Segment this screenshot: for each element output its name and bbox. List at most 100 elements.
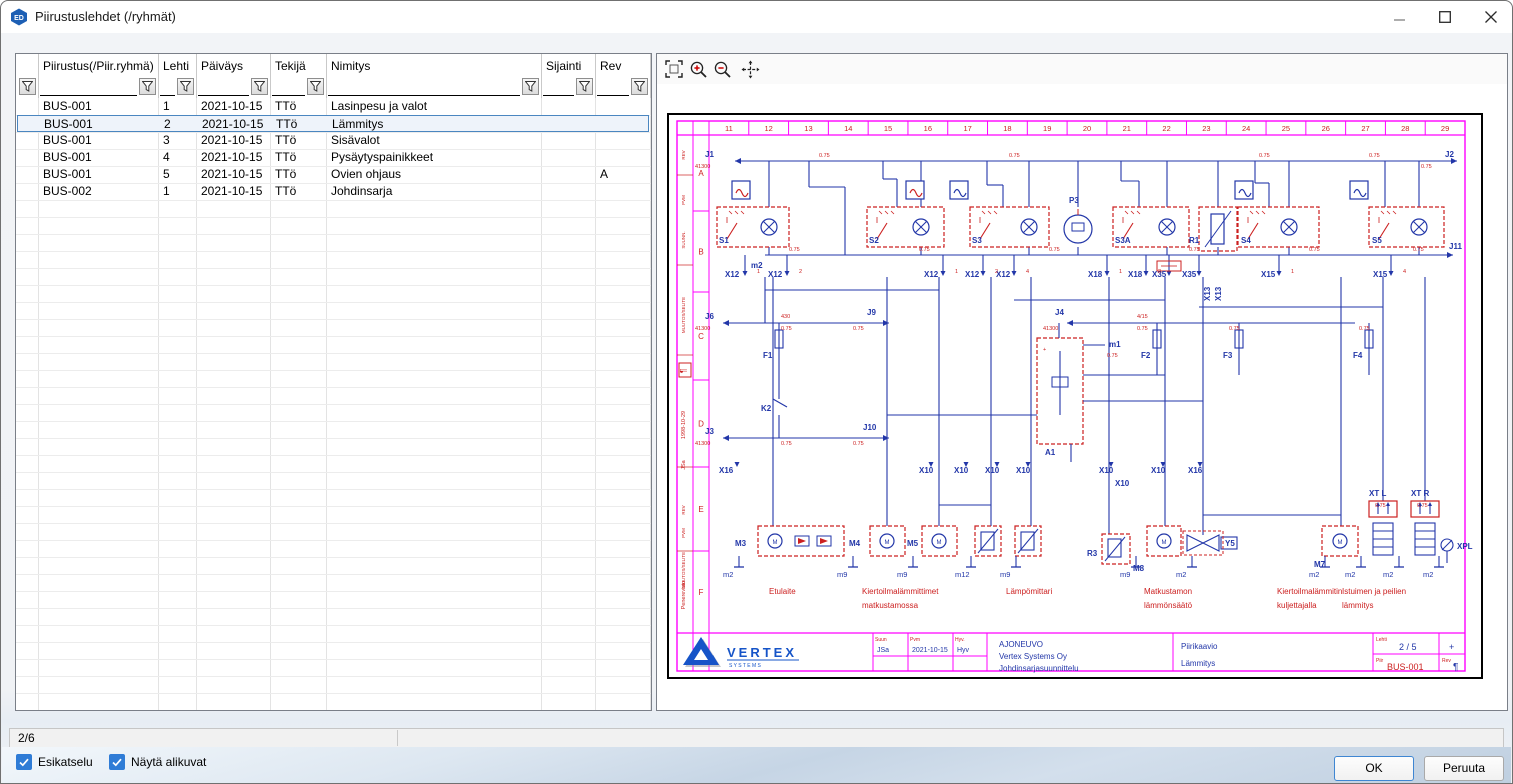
grid-row-letter: C — [698, 332, 704, 341]
filter-funnel-button[interactable] — [19, 78, 36, 95]
filter-input[interactable] — [40, 95, 137, 96]
switch-contact — [885, 211, 888, 214]
filter-input[interactable] — [328, 95, 520, 96]
wire-annotation: 41300 — [695, 326, 710, 332]
wire-annotation: 2 — [1158, 269, 1161, 275]
component-label: X10 — [1016, 466, 1031, 475]
component-label: F2 — [1141, 351, 1151, 360]
cancel-button[interactable]: Peruuta — [1424, 756, 1504, 781]
pan-button[interactable] — [739, 58, 761, 80]
ground-label: m2 — [723, 570, 733, 579]
cell-nimitys: Sisävalot — [331, 133, 540, 147]
wire-annotation: 1 — [955, 269, 958, 275]
column-header-piirustuspiirryhm[interactable]: Piirustus(/Piir.ryhmä) — [43, 59, 154, 73]
relay-module — [798, 538, 806, 544]
cell-tekija: TTö — [275, 184, 325, 198]
table-grid-line — [16, 591, 651, 592]
cell-piirustus: BUS-001 — [43, 133, 157, 147]
component-label: S2 — [869, 236, 879, 245]
filter-funnel-button[interactable] — [522, 78, 539, 95]
filter-input[interactable] — [160, 95, 175, 96]
maximize-button[interactable] — [1422, 1, 1468, 33]
window-title: Piirustuslehdet (/ryhmät) — [35, 9, 176, 24]
component-label: M3 — [735, 539, 747, 548]
ok-button[interactable]: OK — [1334, 756, 1414, 781]
filter-input[interactable] — [543, 95, 574, 96]
filter-input[interactable] — [597, 95, 629, 96]
motor-symbol-letter: M — [773, 540, 778, 546]
wire-annotation: 0.75 — [789, 247, 800, 253]
zoom-out-button[interactable] — [711, 58, 733, 80]
minimize-button[interactable] — [1376, 1, 1422, 33]
filter-funnel-button[interactable] — [139, 78, 156, 95]
wire-annotation: 0.75 — [1009, 153, 1020, 159]
revision-text: MUUTOS/SELITE — [681, 297, 686, 333]
component-label: M7 — [1314, 560, 1326, 569]
filter-input[interactable] — [198, 95, 249, 96]
titleblock-company-line: Vertex Systems Oy — [999, 652, 1067, 661]
filter-funnel-button[interactable] — [251, 78, 268, 95]
column-header-sijainti[interactable]: Sijainti — [546, 59, 581, 73]
filter-input[interactable] — [272, 95, 305, 96]
wire-annotation: 0.75 — [919, 247, 930, 253]
checkbox-nayta-alikuvat[interactable]: Näytä alikuvat — [109, 754, 206, 770]
component-label: M8 — [1133, 564, 1145, 573]
wire-arrow — [1428, 502, 1432, 506]
table-row[interactable]: BUS-00132021-10-15TTöSisävalot — [17, 132, 649, 149]
wire-annotation: 0.75 — [1421, 164, 1432, 170]
grid-column-number: 17 — [963, 124, 971, 133]
filter-funnel-button[interactable] — [307, 78, 324, 95]
switch-contact — [1256, 211, 1259, 214]
component-label: J10 — [863, 423, 877, 432]
component-label: S1 — [719, 236, 729, 245]
table-row[interactable]: BUS-00122021-10-15TTöLämmitys — [17, 115, 649, 132]
table-row[interactable]: BUS-00212021-10-15TTöJohdinsarja — [17, 183, 649, 200]
filter-funnel-button[interactable] — [631, 78, 648, 95]
component-label: X13 — [1214, 286, 1223, 301]
preview-panel: 11121314151617181920212223242526272829AB… — [656, 53, 1508, 711]
wire-annotation: + — [1043, 347, 1046, 353]
function-caption: Kiertoilmalämmittimet — [862, 587, 939, 596]
checkbox-esikatselu[interactable]: Esikatselu — [16, 754, 93, 770]
relay-module — [820, 538, 828, 544]
table-row[interactable]: BUS-00152021-10-15TTöOvien ohjausA — [17, 166, 649, 183]
preview-canvas[interactable]: 11121314151617181920212223242526272829AB… — [657, 84, 1507, 710]
column-header-rev[interactable]: Rev — [600, 59, 621, 73]
grid-row-letter: E — [698, 505, 703, 514]
column-header-tekij[interactable]: Tekijä — [275, 59, 306, 73]
titleblock-sheet-value: 2 / 5 — [1399, 642, 1417, 652]
zoom-out-icon — [713, 60, 732, 79]
wire-arrow — [1197, 271, 1202, 276]
table-grid-line — [16, 268, 651, 269]
wire-arrow — [723, 320, 729, 326]
grid-column-number: 13 — [804, 124, 812, 133]
function-caption: Lämpömittari — [1006, 587, 1052, 596]
wire-annotation: 4/15 — [1137, 314, 1148, 320]
filter-funnel-button[interactable] — [576, 78, 593, 95]
sheet-table[interactable]: Piirustus(/Piir.ryhmä) Lehti Päiväys Tekijä… — [16, 54, 651, 710]
checkbox-checked-icon — [16, 754, 32, 770]
close-button[interactable] — [1468, 1, 1513, 33]
relay-contact — [773, 399, 787, 407]
function-caption: Istuimen ja peilien — [1342, 587, 1406, 596]
column-header-lehti[interactable]: Lehti — [163, 59, 189, 73]
column-header-nimitys[interactable]: Nimitys — [331, 59, 370, 73]
zoom-in-button[interactable] — [687, 58, 709, 80]
function-caption: lämmitys — [1342, 601, 1374, 610]
table-row[interactable]: BUS-00112021-10-15TTöLasinpesu ja valot — [17, 98, 649, 115]
switch-contact — [1393, 211, 1396, 214]
titleblock-doc-line: Lämmitys — [1181, 659, 1215, 668]
table-row[interactable]: BUS-00142021-10-15TTöPysäytyspainikkeet — [17, 149, 649, 166]
wire-annotation: 0.75 — [1309, 247, 1320, 253]
grid-column-number: 14 — [844, 124, 852, 133]
grid-column-number: 15 — [884, 124, 892, 133]
grid-column-number: 28 — [1401, 124, 1409, 133]
filter-funnel-button[interactable] — [177, 78, 194, 95]
wire-arrow — [1167, 271, 1172, 276]
rheostat-symbol — [1205, 211, 1231, 247]
ground-label: m9 — [897, 570, 907, 579]
zoom-extents-button[interactable] — [663, 58, 685, 80]
funnel-icon — [254, 81, 265, 92]
column-header-pivys[interactable]: Päiväys — [201, 59, 243, 73]
funnel-icon — [22, 81, 33, 92]
